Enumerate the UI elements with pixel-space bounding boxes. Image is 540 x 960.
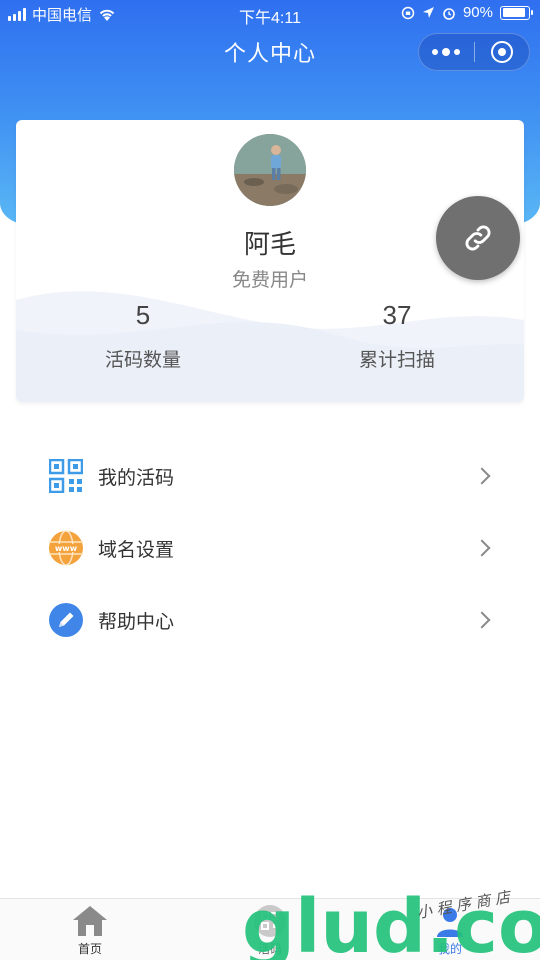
menu-list: 我的活码 www 域名设置 帮助中心 bbox=[0, 440, 540, 656]
more-options-button[interactable] bbox=[419, 34, 474, 70]
tab-me[interactable]: 我的 bbox=[360, 899, 540, 960]
menu-label: 我的活码 bbox=[98, 467, 175, 489]
status-bar: 中国电信 下午4:11 90% bbox=[0, 0, 540, 28]
tab-label: 我的 bbox=[437, 942, 462, 956]
home-icon bbox=[73, 906, 107, 936]
menu-label: 域名设置 bbox=[98, 539, 175, 561]
menu-item-domain-settings[interactable]: www 域名设置 bbox=[0, 512, 540, 584]
stat-value: 5 bbox=[135, 300, 151, 330]
user-level: 免费用户 bbox=[231, 270, 308, 291]
stat-label: 累计扫描 bbox=[358, 350, 435, 371]
pencil-icon bbox=[48, 602, 84, 638]
tab-label: 活码 bbox=[257, 942, 282, 956]
chevron-right-icon bbox=[473, 467, 491, 485]
link-fab-button[interactable] bbox=[436, 196, 520, 280]
link-icon bbox=[465, 225, 491, 251]
stat-active-codes[interactable]: 5 活码数量 bbox=[16, 300, 270, 372]
globe-www-icon: www bbox=[48, 530, 84, 566]
tab-label: 首页 bbox=[77, 942, 102, 956]
stat-label: 活码数量 bbox=[104, 350, 181, 371]
menu-item-my-codes[interactable]: 我的活码 bbox=[0, 440, 540, 512]
location-icon bbox=[422, 7, 434, 18]
target-close-icon bbox=[490, 41, 513, 63]
battery-percent: 90% bbox=[462, 4, 493, 21]
menu-item-help-center[interactable]: 帮助中心 bbox=[0, 584, 540, 656]
tab-home[interactable]: 首页 bbox=[0, 899, 180, 960]
svg-text:www: www bbox=[55, 544, 78, 553]
avatar[interactable] bbox=[234, 134, 306, 206]
chevron-right-icon bbox=[473, 611, 491, 629]
alarm-icon bbox=[443, 7, 455, 20]
avatar-photo bbox=[234, 134, 306, 206]
orientation-lock-icon bbox=[401, 6, 415, 19]
close-mini-program-button[interactable] bbox=[474, 34, 529, 70]
qr-code-icon bbox=[48, 458, 84, 494]
more-dots-icon bbox=[432, 49, 439, 55]
qr-code-icon bbox=[254, 905, 286, 937]
chevron-right-icon bbox=[473, 539, 491, 557]
battery-fill bbox=[502, 8, 525, 17]
user-icon bbox=[437, 908, 463, 937]
stat-total-scans[interactable]: 37 累计扫描 bbox=[270, 300, 524, 372]
menu-label: 帮助中心 bbox=[98, 611, 175, 633]
stat-value: 37 bbox=[382, 300, 412, 330]
mini-program-capsule bbox=[418, 33, 530, 71]
battery-icon bbox=[500, 5, 533, 20]
tab-bar: 首页 活码 我的 bbox=[0, 898, 540, 960]
tab-codes[interactable]: 活码 bbox=[180, 899, 360, 960]
